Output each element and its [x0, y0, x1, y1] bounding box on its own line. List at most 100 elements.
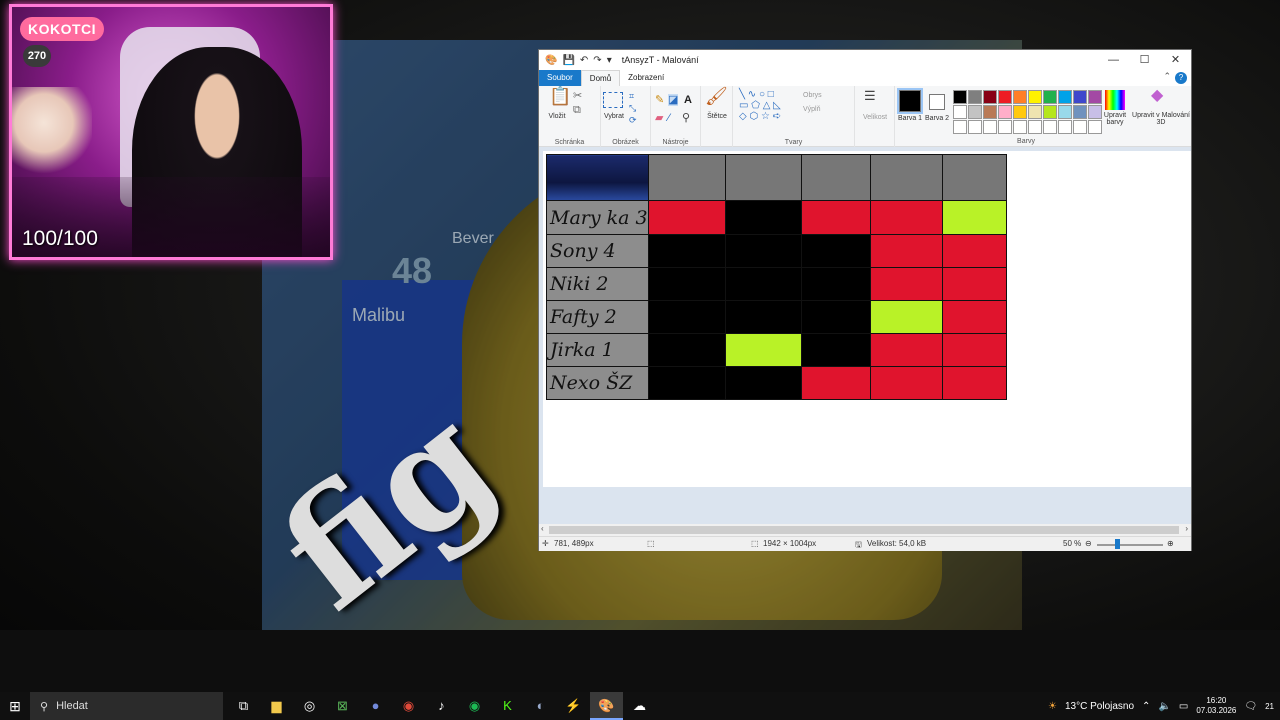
customize-icon[interactable]: ▾: [607, 55, 612, 66]
palette-swatch[interactable]: [983, 90, 997, 104]
edit-colors-label[interactable]: Upravit barvy: [1099, 112, 1131, 126]
palette-swatch[interactable]: [1028, 90, 1042, 104]
weather-icon[interactable]: ☀: [1048, 701, 1057, 712]
minimize-button[interactable]: —: [1098, 50, 1129, 70]
paint-taskbar-icon[interactable]: 🎨: [590, 692, 623, 720]
app-icon[interactable]: ⚡: [557, 692, 590, 720]
select-icon[interactable]: [603, 92, 623, 108]
undo-icon[interactable]: ↶: [580, 55, 588, 66]
paint3d-icon[interactable]: ◆: [1151, 88, 1163, 104]
crop-icon[interactable]: ⌗: [629, 90, 634, 102]
brush-icon[interactable]: 🖌: [705, 87, 728, 105]
maximize-button[interactable]: ☐: [1129, 50, 1160, 70]
palette-swatch[interactable]: [1043, 90, 1057, 104]
spotify-icon[interactable]: ◉: [458, 692, 491, 720]
palette-swatch[interactable]: [968, 120, 982, 134]
cut-icon[interactable]: ✂: [573, 90, 582, 102]
steam-icon[interactable]: ◐: [524, 692, 557, 720]
zoom-slider[interactable]: [1097, 544, 1163, 546]
color2-label[interactable]: Barva 2: [923, 115, 951, 122]
size-icon[interactable]: ☰: [864, 89, 876, 102]
obs-icon[interactable]: ◎: [293, 692, 326, 720]
clock[interactable]: 16:20 07.03.2026: [1196, 696, 1236, 716]
search-box[interactable]: ⚲ Hledat: [30, 692, 223, 720]
size-label[interactable]: Velikost: [855, 114, 895, 121]
scroll-right-icon[interactable]: ›: [1185, 524, 1188, 533]
edit-colors-icon[interactable]: [1105, 90, 1125, 110]
palette-swatch[interactable]: [1043, 120, 1057, 134]
tab-view[interactable]: Zobrazení: [620, 70, 672, 86]
rotate-icon[interactable]: ⟳: [629, 114, 637, 126]
palette-swatch[interactable]: [1028, 120, 1042, 134]
palette-swatch[interactable]: [983, 105, 997, 119]
help-icon[interactable]: ?: [1175, 72, 1187, 84]
palette-swatch[interactable]: [983, 120, 997, 134]
palette-swatch[interactable]: [968, 105, 982, 119]
palette-swatch[interactable]: [1058, 90, 1072, 104]
xbox-icon[interactable]: ⊠: [326, 692, 359, 720]
misc-app-icon[interactable]: ☁: [623, 692, 656, 720]
scroll-thumb[interactable]: [549, 526, 1179, 534]
paste-icon[interactable]: 📋: [549, 87, 571, 105]
brushes-label[interactable]: Štětce: [701, 113, 733, 120]
kick-icon[interactable]: K: [491, 692, 524, 720]
eraser-icon[interactable]: ▰: [655, 112, 663, 124]
zoom-in-icon[interactable]: ⊕: [1167, 539, 1174, 548]
network-icon[interactable]: ▭: [1179, 701, 1188, 712]
redo-icon[interactable]: ↷: [593, 55, 601, 66]
palette-swatch[interactable]: [1058, 120, 1072, 134]
volume-icon[interactable]: 🔈: [1158, 701, 1170, 712]
palette-swatch[interactable]: [1028, 105, 1042, 119]
palette-swatch[interactable]: [953, 105, 967, 119]
palette-swatch[interactable]: [998, 90, 1012, 104]
palette-swatch[interactable]: [998, 120, 1012, 134]
tray-chevron-icon[interactable]: ⌃: [1142, 701, 1150, 712]
palette-swatch[interactable]: [1073, 90, 1087, 104]
magnifier-icon[interactable]: ⚲: [682, 112, 690, 124]
scroll-left-icon[interactable]: ‹: [541, 524, 544, 533]
palette-swatch[interactable]: [953, 90, 967, 104]
palette-swatch[interactable]: [1013, 105, 1027, 119]
color1-swatch[interactable]: [897, 88, 923, 114]
palette-swatch[interactable]: [1043, 105, 1057, 119]
fill-icon[interactable]: ◪: [668, 94, 679, 106]
zoom-out-icon[interactable]: ⊖: [1085, 539, 1092, 548]
notification-icon[interactable]: 🗨: [1244, 701, 1257, 712]
outline-label[interactable]: Obrys: [803, 92, 822, 99]
color2-swatch[interactable]: [929, 94, 945, 110]
weather-text[interactable]: 13°C Polojasno: [1065, 701, 1134, 712]
canvas-area[interactable]: Mary ka 3 Sony 4 Niki 2 Fafty 2 Jirka 1 Nexo …: [539, 147, 1191, 525]
collapse-ribbon-icon[interactable]: ⌃: [1163, 71, 1171, 82]
paint3d-label[interactable]: Upravit v Malování 3D: [1131, 112, 1191, 126]
shapes-gallery-icon[interactable]: ╲ ∿ ○ □ ▭ ⬠ △ ◺ ◇ ⬡ ☆ ➪: [739, 89, 799, 122]
palette-swatch[interactable]: [1073, 105, 1087, 119]
discord-icon[interactable]: ●: [359, 692, 392, 720]
horizontal-scrollbar[interactable]: ‹ ›: [539, 524, 1191, 536]
palette-swatch[interactable]: [998, 105, 1012, 119]
text-icon[interactable]: A: [684, 94, 692, 106]
palette-swatch[interactable]: [1013, 120, 1027, 134]
canvas[interactable]: Mary ka 3 Sony 4 Niki 2 Fafty 2 Jirka 1 Nexo …: [543, 151, 1191, 487]
tab-file[interactable]: Soubor: [539, 70, 581, 86]
resize-icon[interactable]: ⤡: [629, 102, 636, 114]
palette-swatch[interactable]: [953, 120, 967, 134]
paste-label[interactable]: Vložit: [543, 113, 571, 120]
file-explorer-icon[interactable]: ▆: [260, 692, 293, 720]
palette-swatch[interactable]: [1058, 105, 1072, 119]
save-icon[interactable]: 💾: [562, 55, 574, 66]
pencil-icon[interactable]: ✎: [655, 94, 664, 106]
select-label[interactable]: Vybrat: [601, 113, 627, 120]
close-button[interactable]: ✕: [1160, 50, 1191, 70]
copy-icon[interactable]: ⧉: [573, 104, 581, 116]
palette-swatch[interactable]: [1073, 120, 1087, 134]
tiktok-icon[interactable]: ♪: [425, 692, 458, 720]
color1-label[interactable]: Barva 1: [897, 115, 923, 122]
palette-swatch[interactable]: [968, 90, 982, 104]
fill-label[interactable]: Výplň: [803, 106, 821, 113]
task-view-icon[interactable]: ⧉: [227, 692, 260, 720]
color-picker-icon[interactable]: ⁄: [668, 112, 670, 124]
palette-swatch[interactable]: [1013, 90, 1027, 104]
chrome-icon[interactable]: ◉: [392, 692, 425, 720]
zoom-slider-knob[interactable]: [1115, 539, 1120, 549]
start-icon[interactable]: ⊞: [0, 698, 30, 715]
